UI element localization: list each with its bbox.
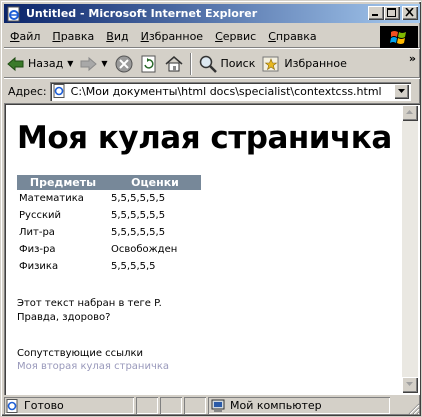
favorites-icon xyxy=(262,56,279,71)
address-label: Адрес: xyxy=(8,84,47,98)
forward-dropdown-icon[interactable]: ▼ xyxy=(101,59,107,68)
resize-grip-icon[interactable] xyxy=(406,401,420,415)
address-input[interactable]: C:\Мои документы\html docs\specialist\co… xyxy=(49,81,411,101)
table-cell: Русский xyxy=(19,210,61,222)
back-dropdown-icon[interactable]: ▼ xyxy=(67,59,73,68)
table-cell: 5,5,5,5,5,5 xyxy=(111,210,166,222)
forward-button[interactable]: ▼ xyxy=(76,52,110,76)
menu-file[interactable]: Файл xyxy=(4,30,46,43)
window-title: Untitled - Microsoft Internet Explorer xyxy=(26,7,258,20)
address-url: C:\Мои документы\html docs\specialist\co… xyxy=(70,84,382,98)
table-cell: 5,5,5,5,5,5 xyxy=(111,227,166,239)
chevron-down-icon xyxy=(397,88,405,93)
favorites-label: Избранное xyxy=(284,57,347,70)
table-cell: Освобожден xyxy=(111,244,178,256)
stop-icon xyxy=(115,55,133,72)
maximize-button[interactable] xyxy=(384,6,400,20)
security-zone-label: Мой компьютер xyxy=(230,399,322,412)
table-cell: 5,5,5,5,5 xyxy=(111,261,156,273)
status-text-cell: Готово xyxy=(4,397,134,414)
page-icon xyxy=(6,398,18,413)
table-row: Лит-ра 5,5,5,5,5,5 xyxy=(17,224,201,241)
forward-arrow-icon xyxy=(80,56,98,71)
menu-edit[interactable]: Правка xyxy=(46,30,100,43)
table-header-subjects: Предметы xyxy=(17,175,109,191)
minimize-button[interactable] xyxy=(368,6,384,20)
table-cell: Математика xyxy=(19,193,84,205)
table-cell: Физ-ра xyxy=(19,244,56,256)
page-icon xyxy=(53,84,65,98)
status-cell xyxy=(184,397,206,414)
scroll-up-button[interactable] xyxy=(402,105,418,121)
grades-table: Предметы Оценки Математика 5,5,5,5,5,5 Р… xyxy=(17,175,201,275)
table-row: Физика 5,5,5,5,5 xyxy=(17,258,201,275)
menu-favorites[interactable]: Избранное xyxy=(135,30,209,43)
table-cell: Физика xyxy=(19,261,59,273)
toolbar-more-chevron[interactable]: » xyxy=(409,52,416,65)
menu-help[interactable]: Справка xyxy=(262,30,322,43)
chevron-down-icon xyxy=(406,382,413,386)
menu-bar: Файл Правка Вид Избранное Сервис Справка xyxy=(4,26,420,48)
paragraph-line: Правда, здорово? xyxy=(17,312,111,324)
back-button[interactable]: Назад ▼ xyxy=(4,52,76,76)
search-button[interactable]: Поиск xyxy=(195,52,259,76)
address-bar: Адрес: C:\Мои документы\html docs\specia… xyxy=(4,80,420,102)
title-bar[interactable]: Untitled - Microsoft Internet Explorer xyxy=(4,4,420,23)
table-row: Русский 5,5,5,5,5,5 xyxy=(17,207,201,224)
paragraph: Этот текст набран в теге P. Правда, здор… xyxy=(17,297,397,325)
stop-button[interactable] xyxy=(111,52,137,76)
address-dropdown-button[interactable] xyxy=(393,83,409,99)
search-icon xyxy=(199,55,217,73)
scroll-down-button[interactable] xyxy=(402,377,418,393)
my-computer-icon xyxy=(211,399,225,412)
paragraph-line: Этот текст набран в теге P. xyxy=(17,298,162,310)
table-row: Физ-ра Освобожден xyxy=(17,241,201,258)
toolbar-separator xyxy=(189,52,192,75)
home-button[interactable] xyxy=(161,52,187,76)
ie-page-icon xyxy=(6,6,22,22)
chevron-up-icon xyxy=(406,110,413,114)
table-cell: Лит-ра xyxy=(19,227,55,239)
close-icon xyxy=(405,8,414,17)
second-page-link[interactable]: Моя вторая кулая страничка xyxy=(17,360,397,373)
close-button[interactable] xyxy=(402,6,418,20)
home-icon xyxy=(165,55,183,71)
table-cell: 5,5,5,5,5,5 xyxy=(111,193,166,205)
related-links-heading: Сопутствующие ссылки xyxy=(17,348,144,360)
refresh-button[interactable] xyxy=(137,52,161,76)
status-text: Готово xyxy=(24,399,64,412)
menu-tools[interactable]: Сервис xyxy=(209,30,262,43)
security-zone-cell: Мой компьютер xyxy=(208,397,390,414)
maximize-icon xyxy=(387,8,396,17)
back-arrow-icon xyxy=(7,56,24,71)
status-cell xyxy=(136,397,158,414)
windows-logo-icon xyxy=(380,26,418,48)
page-viewport[interactable]: Моя кулая страничка Предметы Оценки Мате… xyxy=(4,103,420,395)
back-label: Назад xyxy=(28,57,64,70)
vertical-scrollbar[interactable] xyxy=(402,105,418,393)
status-bar: Готово Мой компьютер xyxy=(4,396,420,415)
minimize-icon xyxy=(372,14,378,16)
standard-toolbar: Назад ▼ ▼ Поиск Избранное » xyxy=(4,50,420,78)
table-header-grades: Оценки xyxy=(109,175,201,191)
status-cell xyxy=(160,397,182,414)
page-content: Моя кулая страничка Предметы Оценки Мате… xyxy=(17,121,397,373)
search-label: Поиск xyxy=(220,57,256,70)
browser-window: Untitled - Microsoft Internet Explorer Ф… xyxy=(0,0,422,417)
page-heading: Моя кулая страничка xyxy=(17,120,392,156)
refresh-icon xyxy=(141,55,156,72)
table-row: Математика 5,5,5,5,5,5 xyxy=(17,190,201,207)
menu-view[interactable]: Вид xyxy=(100,30,134,43)
favorites-button[interactable]: Избранное xyxy=(258,52,349,76)
